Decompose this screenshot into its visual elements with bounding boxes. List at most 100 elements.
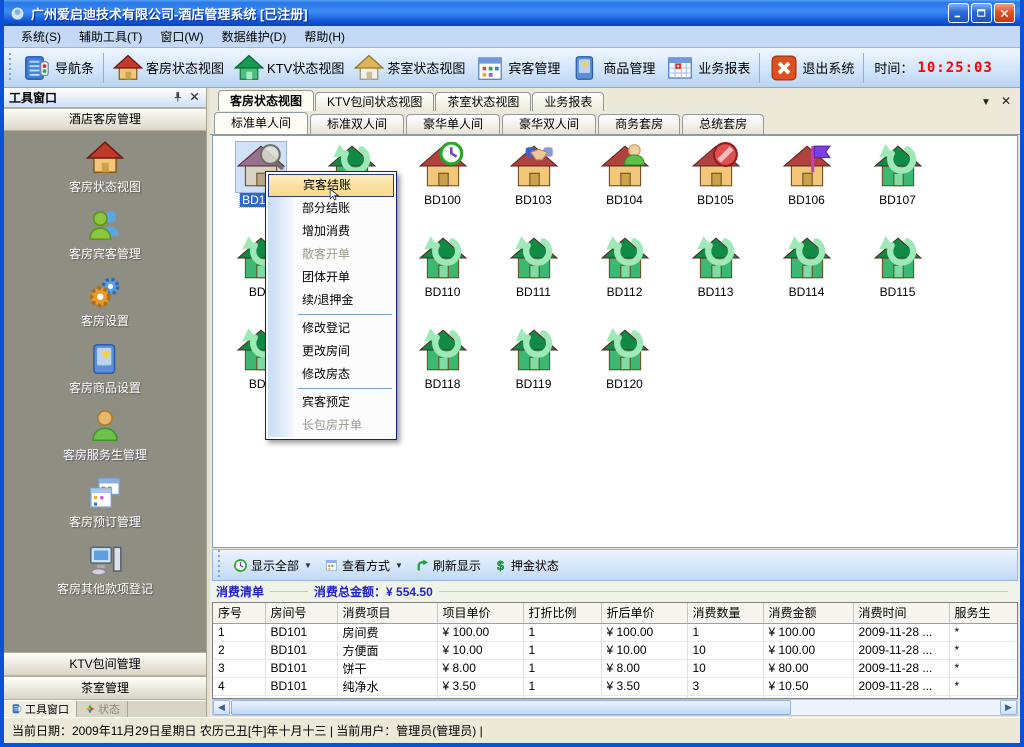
table-horizontal-scrollbar[interactable]: ◀ ▶ xyxy=(212,699,1018,716)
action-button[interactable]: 刷新显示 xyxy=(410,556,486,575)
column-header[interactable]: 房间号 xyxy=(265,603,337,623)
dropdown-caret-icon[interactable]: ▼ xyxy=(395,561,403,570)
tab-业务报表[interactable]: 业务报表 xyxy=(532,92,604,111)
column-header[interactable]: 消费数量 xyxy=(687,603,763,623)
toolbar-button[interactable]: 宾客管理 xyxy=(470,51,565,85)
toolbar-button[interactable]: 商品管理 xyxy=(565,51,660,85)
sidebar-item-客房宾客管理[interactable]: 客房宾客管理 xyxy=(4,206,206,262)
tab-KTV包间状态视图[interactable]: KTV包间状态视图 xyxy=(315,92,434,111)
table-cell: 2009-11-28 ... xyxy=(853,659,949,677)
toolbar-button[interactable]: 退出系统 xyxy=(764,51,859,85)
table-row[interactable]: 2BD101方便面¥ 10.001¥ 10.0010¥ 100.002009-1… xyxy=(213,641,1018,659)
menubar-item[interactable]: 帮助(H) xyxy=(295,26,354,47)
pin-icon[interactable] xyxy=(167,90,184,106)
column-header[interactable]: 折后单价 xyxy=(601,603,687,623)
sidebar-item-客房设置[interactable]: 客房设置 xyxy=(4,273,206,329)
context-menu-item-团体开单[interactable]: 团体开单 xyxy=(268,266,394,289)
subtab-商务套房[interactable]: 商务套房 xyxy=(598,114,680,134)
guests-icon xyxy=(86,206,124,244)
subtab-总统套房[interactable]: 总统套房 xyxy=(682,114,764,134)
column-header[interactable]: 服务生 xyxy=(949,603,1018,623)
table-row[interactable]: 3BD101饼干¥ 8.001¥ 8.0010¥ 80.002009-11-28… xyxy=(213,659,1018,677)
room-BD119[interactable]: BD119 xyxy=(488,326,579,418)
scrollbar-thumb[interactable] xyxy=(231,700,791,715)
room-BD103[interactable]: BD103 xyxy=(488,142,579,234)
column-header[interactable]: 序号 xyxy=(213,603,265,623)
toolbar-button[interactable]: 导航条 xyxy=(17,51,99,85)
room-BD120[interactable]: BD120 xyxy=(579,326,670,418)
column-header[interactable]: 项目单价 xyxy=(437,603,523,623)
sidebar-group-hotel-rooms[interactable]: 酒店客房管理 xyxy=(4,108,206,131)
sidebar-tab-工具窗口[interactable]: 工具窗口 xyxy=(4,701,77,717)
room-BD105[interactable]: BD105 xyxy=(670,142,761,234)
action-button[interactable]: 查看方式▼ xyxy=(319,556,408,575)
room-BD113[interactable]: BD113 xyxy=(670,234,761,326)
menubar-item[interactable]: 辅助工具(T) xyxy=(70,26,151,47)
sidebar-tab-状态[interactable]: 状态 xyxy=(77,701,128,717)
sidebar-item-客房服务生管理[interactable]: 客房服务生管理 xyxy=(4,407,206,463)
context-menu-item-更改房间[interactable]: 更改房间 xyxy=(268,340,394,363)
column-header[interactable]: 消费金额 xyxy=(763,603,853,623)
sidebar-item-客房预订管理[interactable]: 客房预订管理 xyxy=(4,474,206,530)
menubar-item[interactable]: 系统(S) xyxy=(12,26,70,47)
room-BD110[interactable]: BD110 xyxy=(397,234,488,326)
close-icon[interactable] xyxy=(184,90,201,106)
subtab-豪华双人间[interactable]: 豪华双人间 xyxy=(502,114,596,134)
table-cell: ¥ 100.00 xyxy=(763,641,853,659)
context-menu-item-续/退押金[interactable]: 续/退押金 xyxy=(268,289,394,312)
scrollbar-track[interactable] xyxy=(791,700,1000,715)
context-menu-item-修改登记[interactable]: 修改登记 xyxy=(268,317,394,340)
scroll-right-arrow-icon[interactable]: ▶ xyxy=(1000,700,1017,715)
room-BD114[interactable]: BD114 xyxy=(761,234,852,326)
context-menu-item-增加消费[interactable]: 增加消费 xyxy=(268,220,394,243)
column-header[interactable]: 消费项目 xyxy=(337,603,437,623)
dropdown-caret-icon[interactable]: ▼ xyxy=(304,561,312,570)
room-BD100[interactable]: BD100 xyxy=(397,142,488,234)
scroll-left-arrow-icon[interactable]: ◀ xyxy=(213,700,230,715)
tab-客房状态视图[interactable]: 客房状态视图 xyxy=(218,90,314,111)
maximize-button[interactable] xyxy=(971,3,992,23)
menubar-item[interactable]: 窗口(W) xyxy=(151,26,212,47)
chevron-down-icon[interactable]: ▼ xyxy=(976,97,996,111)
column-header[interactable]: 消费时间 xyxy=(853,603,949,623)
status-bar: 当前日期：2009年11月29日星期日 农历己丑[牛]年十月十三 | 当前用户：… xyxy=(4,717,1020,743)
toolbar-button[interactable]: 客房状态视图 xyxy=(108,51,229,85)
toolbar-grip[interactable] xyxy=(9,53,14,83)
room-BD111[interactable]: BD111 xyxy=(488,234,579,326)
room-BD104[interactable]: BD104 xyxy=(579,142,670,234)
room-BD106[interactable]: BD106 xyxy=(761,142,852,234)
sidebar-item-label: 客房预订管理 xyxy=(69,513,141,530)
room-BD118[interactable]: BD118 xyxy=(397,326,488,418)
context-menu-item-修改房态[interactable]: 修改房态 xyxy=(268,363,394,386)
subtab-豪华单人间[interactable]: 豪华单人间 xyxy=(406,114,500,134)
sidebar-group-button[interactable]: KTV包间管理 xyxy=(4,652,206,676)
toolbar-button[interactable]: 业务报表 xyxy=(660,51,755,85)
table-row[interactable]: 4BD101纯净水¥ 3.501¥ 3.503¥ 10.502009-11-28… xyxy=(213,677,1018,695)
sidebar-item-客房状态视图[interactable]: 客房状态视图 xyxy=(4,139,206,195)
close-button[interactable] xyxy=(994,3,1015,23)
close-tab-icon[interactable]: ✕ xyxy=(996,94,1016,111)
actionbar-grip[interactable] xyxy=(218,550,223,580)
time-label: 时间： xyxy=(874,58,913,77)
column-header[interactable]: 打折比例 xyxy=(523,603,601,623)
table-row[interactable]: 1BD101房间费¥ 100.001¥ 100.001¥ 100.002009-… xyxy=(213,623,1018,641)
toolbar-button[interactable]: KTV状态视图 xyxy=(229,51,349,85)
toolbar-button[interactable]: 茶室状态视图 xyxy=(349,51,470,85)
sidebar-group-button[interactable]: 茶室管理 xyxy=(4,676,206,700)
tab-茶室状态视图[interactable]: 茶室状态视图 xyxy=(435,92,531,111)
minimize-button[interactable] xyxy=(948,3,969,23)
room-BD112[interactable]: BD112 xyxy=(579,234,670,326)
action-button[interactable]: $押金状态 xyxy=(488,556,564,575)
menubar-item[interactable]: 数据维护(D) xyxy=(213,26,296,47)
room-BD107[interactable]: BD107 xyxy=(852,142,943,234)
action-button-label: 押金状态 xyxy=(511,557,559,574)
sidebar-bottom-tabs: 工具窗口状态 xyxy=(4,700,206,717)
sidebar-item-客房其他款项登记[interactable]: 客房其他款项登记 xyxy=(4,541,206,597)
subtab-标准双人间[interactable]: 标准双人间 xyxy=(310,114,404,134)
context-menu-item-宾客预定[interactable]: 宾客预定 xyxy=(268,391,394,414)
sidebar-item-客房商品设置[interactable]: 客房商品设置 xyxy=(4,340,206,396)
room-BD115[interactable]: BD115 xyxy=(852,234,943,326)
subtab-标准单人间[interactable]: 标准单人间 xyxy=(214,112,308,134)
action-button[interactable]: 显示全部▼ xyxy=(228,556,317,575)
consumption-list-label: 消费清单 xyxy=(216,583,264,600)
